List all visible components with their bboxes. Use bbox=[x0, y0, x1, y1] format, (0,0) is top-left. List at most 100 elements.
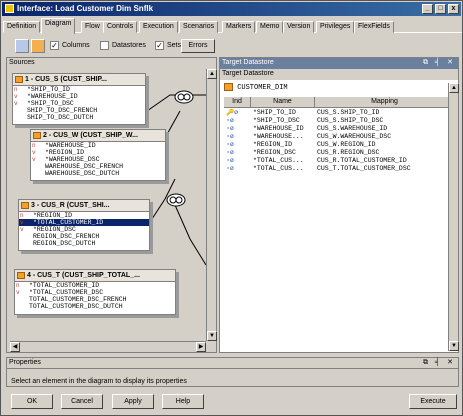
datastore-title: 1 - CUS_S (CUST_SHIP... bbox=[25, 76, 107, 83]
scroll-up-icon[interactable]: ▲ bbox=[207, 69, 217, 79]
column-row[interactable]: TOTAL_CUSTOMER_DSC_FRENCH bbox=[15, 296, 175, 303]
indicator-icon: ▫ø bbox=[226, 133, 234, 140]
column-row[interactable]: v *REGION_DSC bbox=[19, 226, 149, 233]
column-row[interactable]: v *WAREHOUSE_DSC bbox=[31, 156, 165, 163]
mapping-grid: Ind Name Mapping 🔑ø *SHIP_TO_ID CUS_S.SH… bbox=[224, 97, 454, 247]
float-icon[interactable]: ⧉ bbox=[423, 58, 428, 68]
column-header-name[interactable]: Name bbox=[251, 97, 315, 108]
source-datastore-2[interactable]: 2 - CUS_W (CUST_SHIP_W... n *WAREHOUSE_ID… bbox=[30, 129, 166, 181]
column-row[interactable]: WAREHOUSE_DSC_DUTCH bbox=[31, 170, 165, 177]
diagram-toolbar: ✓ Columns Datastores ✓ Sets Errors bbox=[9, 39, 409, 55]
sources-header: Sources bbox=[7, 58, 216, 69]
target-datastore-name-row[interactable]: CUSTOMER_DIM bbox=[224, 83, 288, 95]
column-row[interactable]: SHIP_TO_DSC_DUTCH bbox=[13, 114, 145, 121]
table-row[interactable]: 🔑ø *SHIP_TO_ID CUS_S.SHIP_TO_ID bbox=[224, 109, 454, 117]
tab-privileges[interactable]: Privileges bbox=[316, 21, 355, 33]
column-row-selected[interactable]: v *TOTAL_CUSTOMER_ID bbox=[19, 219, 149, 226]
source-datastore-1[interactable]: 1 - CUS_S (CUST_SHIP... n *SHIP_TO_ID v *W… bbox=[12, 73, 146, 125]
column-row[interactable]: n *TOTAL_CUSTOMER_ID bbox=[15, 282, 175, 289]
table-row[interactable]: ▫ø *WAREHOUSE... CUS_W.WAREHOUSE_DSC bbox=[224, 133, 454, 141]
tab-controls[interactable]: Controls bbox=[103, 21, 138, 33]
pin-icon[interactable]: ╡ bbox=[435, 358, 440, 368]
join-icon-1[interactable] bbox=[174, 90, 194, 104]
column-row[interactable]: v *TOTAL_CUSTOMER_DSC bbox=[15, 289, 175, 296]
column-header-mapping[interactable]: Mapping bbox=[315, 97, 454, 108]
indicator-icon: 🔑ø bbox=[226, 109, 238, 116]
join-line-4 bbox=[174, 204, 206, 266]
scroll-left-icon[interactable]: ◀ bbox=[10, 342, 20, 352]
table-row[interactable]: ▫ø *REGION_DSC CUS_R.REGION_DSC bbox=[224, 149, 454, 157]
target-panel: Target Datastore ⧉ ╡ ✕ Target Datastore … bbox=[219, 57, 459, 353]
column-row[interactable]: REGION_DSC_FRENCH bbox=[19, 233, 149, 240]
table-row[interactable]: ▫ø *TOTAL_CUS... CUS_T.TOTAL_CUSTOMER_DS… bbox=[224, 165, 454, 173]
restore-button[interactable]: □ bbox=[435, 4, 446, 14]
datastore-icon bbox=[33, 132, 41, 139]
interface-icon bbox=[5, 4, 14, 13]
column-row[interactable]: v *REGION_ID bbox=[31, 149, 165, 156]
minimize-button[interactable]: _ bbox=[422, 4, 433, 14]
join-icon-2[interactable] bbox=[166, 193, 186, 207]
diagram-canvas[interactable]: 1 - CUS_S (CUST_SHIP... n *SHIP_TO_ID v *W… bbox=[10, 69, 206, 341]
tab-execution[interactable]: Execution bbox=[139, 21, 178, 33]
datastore-icon bbox=[21, 202, 29, 209]
scroll-right-icon[interactable]: ▶ bbox=[196, 342, 206, 352]
datastore-title: 4 - CUS_T (CUST_SHIP_TOTAL_... bbox=[27, 272, 140, 279]
source-datastore-4[interactable]: 4 - CUS_T (CUST_SHIP_TOTAL_... n *TOTAL_C… bbox=[14, 269, 176, 315]
cancel-button[interactable]: Cancel bbox=[61, 394, 103, 409]
sources-horizontal-scrollbar[interactable]: ◀ ▶ bbox=[10, 341, 206, 352]
datastore-columns: n *TOTAL_CUSTOMER_ID v *TOTAL_CUSTOMER_DSC… bbox=[15, 282, 175, 310]
datastore-icon bbox=[224, 83, 233, 92]
column-row[interactable]: n *WAREHOUSE_ID bbox=[31, 142, 165, 149]
scroll-down-icon[interactable]: ▼ bbox=[449, 341, 459, 351]
table-row[interactable]: ▫ø *REGION_ID CUS_W.REGION_ID bbox=[224, 141, 454, 149]
sets-checkbox[interactable]: ✓ bbox=[155, 41, 164, 50]
tab-flexfields[interactable]: FlexFields bbox=[354, 21, 394, 33]
apply-button[interactable]: Apply bbox=[112, 394, 154, 409]
help-button[interactable]: Help bbox=[162, 394, 204, 409]
target-vertical-scrollbar[interactable]: ▲ ▼ bbox=[448, 83, 459, 351]
tab-definition[interactable]: Definition bbox=[3, 21, 41, 33]
ok-button[interactable]: OK bbox=[11, 394, 53, 409]
tab-flow[interactable]: Flow bbox=[81, 21, 104, 33]
table-row[interactable]: ▫ø *TOTAL_CUS... CUS_R.TOTAL_CUSTOMER_ID bbox=[224, 157, 454, 165]
close-button[interactable]: x bbox=[448, 4, 459, 14]
target-header: Target Datastore ⧉ ╡ ✕ bbox=[220, 58, 458, 69]
scroll-down-icon[interactable]: ▼ bbox=[207, 331, 217, 341]
source-datastore-3[interactable]: 3 - CUS_R (CUST_SHI... n *REGION_ID v *TOT… bbox=[18, 199, 150, 251]
column-row[interactable]: n *REGION_ID bbox=[19, 212, 149, 219]
indicator-icon: ▫ø bbox=[226, 117, 234, 124]
sources-vertical-scrollbar[interactable]: ▲ ▼ bbox=[206, 69, 217, 341]
column-row[interactable]: v *SHIP_TO_DSC bbox=[13, 100, 145, 107]
tab-diagram[interactable]: Diagram bbox=[41, 18, 76, 34]
scroll-up-icon[interactable]: ▲ bbox=[449, 83, 459, 93]
datastore-tool-icon[interactable] bbox=[31, 39, 45, 53]
execute-button[interactable]: Execute bbox=[409, 394, 457, 409]
column-row[interactable]: v *WAREHOUSE_ID bbox=[13, 93, 145, 100]
tab-strip: Definition Diagram Flow Controls Executi… bbox=[3, 18, 462, 34]
datastore-columns: n *WAREHOUSE_ID v *REGION_ID v *WAREHOUSE_D… bbox=[31, 142, 165, 177]
datastore-columns: n *REGION_ID v *TOTAL_CUSTOMER_ID v *REGION… bbox=[19, 212, 149, 247]
column-row[interactable]: n *SHIP_TO_ID bbox=[13, 86, 145, 93]
columns-checkbox[interactable]: ✓ bbox=[50, 41, 59, 50]
indicator-icon: ▫ø bbox=[226, 149, 234, 156]
table-row[interactable]: ▫ø *SHIP_TO_DSC CUS_S.SHIP_TO_DSC bbox=[224, 117, 454, 125]
pin-icon[interactable]: ╡ bbox=[435, 58, 440, 68]
title-bar[interactable]: Interface: Load Customer Dim Snflk _ □ x bbox=[2, 2, 461, 16]
target-subheader: Target Datastore bbox=[220, 69, 458, 80]
tab-version[interactable]: Version bbox=[283, 21, 315, 33]
column-row[interactable]: REGION_DSC_DUTCH bbox=[19, 240, 149, 247]
close-panel-icon[interactable]: ✕ bbox=[447, 358, 453, 368]
column-row[interactable]: TOTAL_CUSTOMER_DSC_DUTCH bbox=[15, 303, 175, 310]
tab-markers[interactable]: Markers bbox=[222, 21, 256, 33]
errors-button[interactable]: Errors bbox=[181, 39, 215, 53]
datastores-checkbox[interactable] bbox=[100, 41, 109, 50]
select-tool-icon[interactable] bbox=[15, 39, 29, 53]
float-icon[interactable]: ⧉ bbox=[423, 358, 428, 368]
close-panel-icon[interactable]: ✕ bbox=[447, 58, 453, 68]
tab-scenarios[interactable]: Scenarios bbox=[179, 21, 219, 33]
tab-memo[interactable]: Memo bbox=[256, 21, 284, 33]
column-header-ind[interactable]: Ind bbox=[224, 97, 251, 108]
table-row[interactable]: ▫ø *WAREHOUSE_ID CUS_S.WAREHOUSE_ID bbox=[224, 125, 454, 133]
column-row[interactable]: SHIP_TO_DSC_FRENCH bbox=[13, 107, 145, 114]
column-row[interactable]: WAREHOUSE_DSC_FRENCH bbox=[31, 163, 165, 170]
